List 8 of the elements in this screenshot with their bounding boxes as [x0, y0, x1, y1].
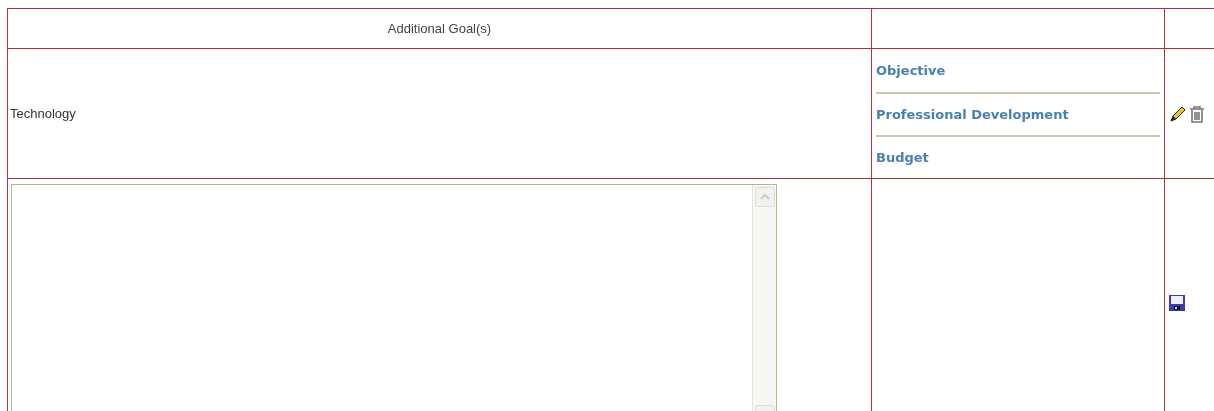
goal-name: Technology	[10, 105, 76, 121]
goal-link[interactable]: Budget	[876, 147, 929, 168]
goal-link[interactable]: Professional Development	[876, 104, 1069, 125]
pencil-icon[interactable]	[1169, 104, 1187, 123]
column-header: Additional Goal(s)	[387, 20, 492, 36]
goal-link[interactable]: Objective	[876, 60, 946, 81]
trash-icon[interactable]	[1188, 104, 1206, 123]
save-icon[interactable]	[1169, 295, 1185, 311]
